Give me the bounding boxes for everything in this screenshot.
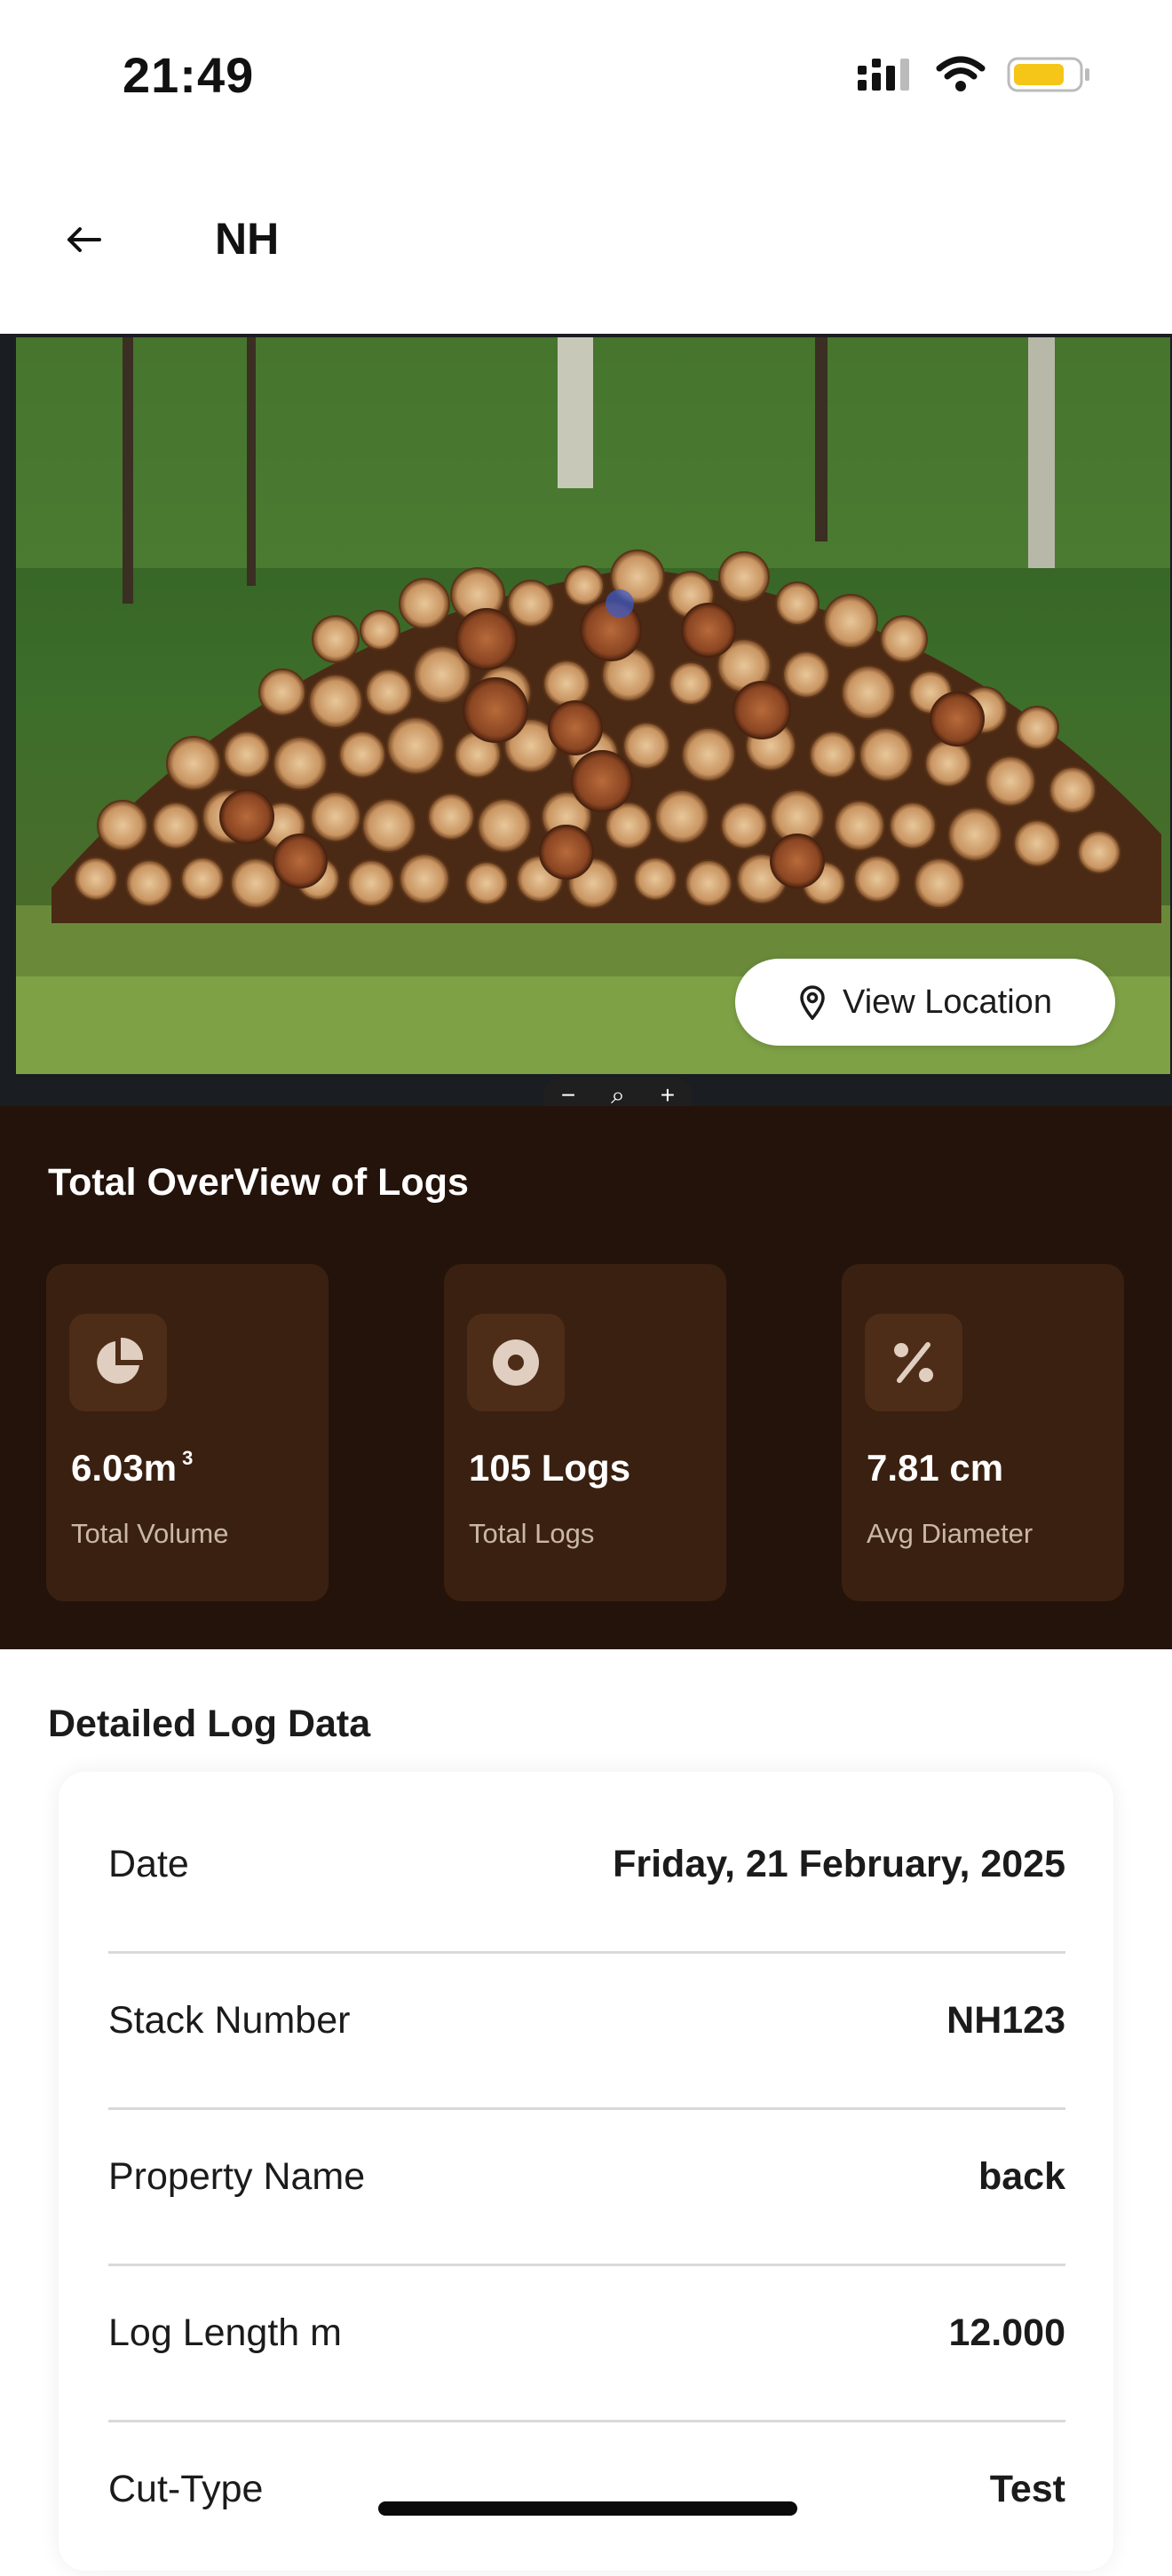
status-bar: 21:49 [0,0,1172,151]
home-indicator[interactable] [378,2501,797,2516]
detail-row-log-length: Log Length m 12.000 [108,2264,1065,2422]
detail-value: back [978,2155,1065,2198]
detail-label: Date [108,1843,189,1885]
view-location-button[interactable]: View Location [735,959,1115,1046]
stat-value: 6.03m 3 [71,1447,194,1489]
details-title: Detailed Log Data [48,1703,371,1745]
stat-label: Total Logs [469,1518,595,1549]
detail-label: Property Name [108,2155,366,2198]
battery-icon [1007,57,1089,92]
detail-value: Friday, 21 February, 2025 [613,1843,1065,1885]
detail-row-cut-type: Cut-Type Test [108,2420,1065,2576]
detail-value: Test [989,2468,1065,2510]
status-time: 21:49 [123,47,255,103]
detail-label: Stack Number [108,1999,351,2042]
detail-value: 12.000 [948,2311,1065,2354]
stat-card-avg-diameter: 7.81 cm Avg Diameter [842,1264,1124,1601]
stat-card-total-logs: 105 Logs Total Logs [444,1264,726,1601]
detail-label: Log Length m [108,2311,342,2354]
stat-value: 7.81 cm [867,1447,1004,1489]
percent-icon [865,1314,962,1411]
status-icons [856,55,1092,94]
back-button[interactable] [57,213,110,266]
detail-row-stack-number: Stack Number NH123 [108,1951,1065,2110]
detail-row-property-name: Property Name back [108,2107,1065,2266]
zoom-search-icon[interactable]: ⌕ [611,1081,625,1107]
detail-label: Cut-Type [108,2468,264,2510]
detail-row-date: Date Friday, 21 February, 2025 [108,1795,1065,1954]
cellular-signal-icon [858,59,909,91]
app-header: NH [0,178,1172,302]
stat-label: Total Volume [71,1518,229,1549]
details-card: Date Friday, 21 February, 2025 Stack Num… [59,1772,1113,2571]
wifi-icon [936,56,986,91]
detail-value: NH123 [946,1999,1065,2042]
page-title: NH [215,214,280,264]
zoom-in-icon[interactable]: + [661,1081,675,1106]
log-icon [467,1314,565,1411]
view-location-label: View Location [843,983,1052,1021]
location-pin-icon [800,985,825,1020]
logs-overview-section: Total OverView of Logs 6.03m 3 Total Volu… [0,1106,1172,1649]
stack-photo-area: View Location − ⌕ + [0,334,1172,1106]
stat-card-total-volume: 6.03m 3 Total Volume [46,1264,329,1601]
overview-title: Total OverView of Logs [48,1161,469,1204]
pie-chart-icon [69,1314,167,1411]
zoom-out-icon[interactable]: − [561,1081,575,1106]
stat-value: 105 Logs [469,1447,631,1489]
map-zoom-controls[interactable]: − ⌕ + [543,1078,693,1106]
arrow-left-icon [67,227,101,252]
stat-label: Avg Diameter [867,1518,1033,1549]
